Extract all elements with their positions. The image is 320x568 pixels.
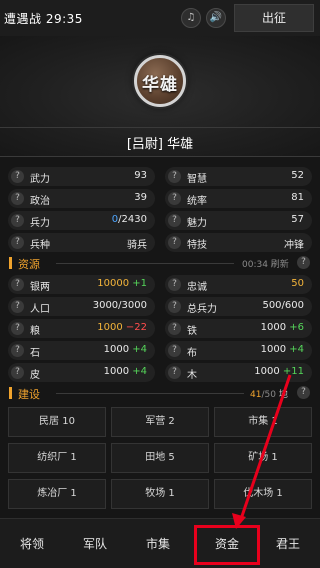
annotation-arrow-line <box>238 374 292 523</box>
annotation-arrow-overlay <box>232 374 292 529</box>
annotation-highlight-box <box>194 525 260 565</box>
